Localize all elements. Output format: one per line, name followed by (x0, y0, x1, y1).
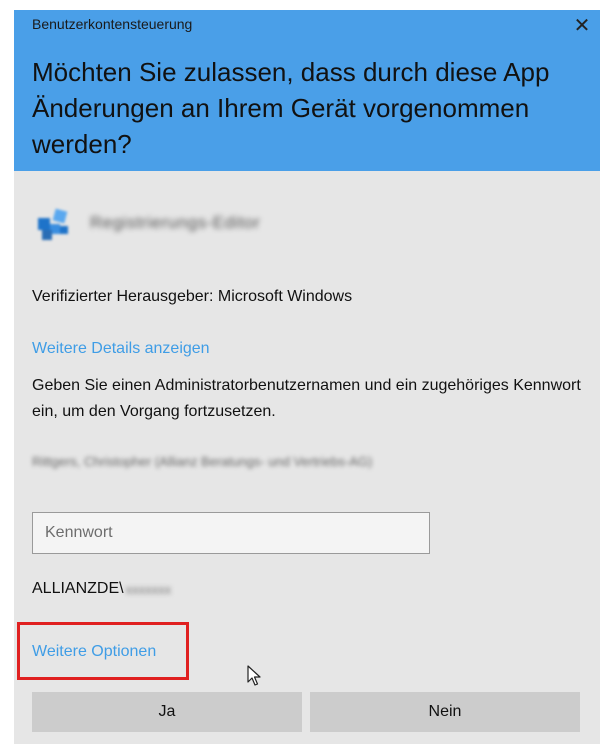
dialog-header: Benutzerkontensteuerung ✕ Möchten Sie zu… (14, 10, 600, 171)
yes-button[interactable]: Ja (32, 692, 302, 732)
domain-prefix: ALLIANZDE\ (32, 580, 124, 597)
close-icon: ✕ (573, 15, 591, 37)
more-options-link[interactable]: Weitere Optionen (32, 643, 156, 661)
domain-account: ALLIANZDE\ xxxxxxx (32, 580, 171, 598)
verified-publisher: Verifizierter Herausgeber: Microsoft Win… (32, 288, 353, 305)
admin-user-name: Rittgers, Christopher (Allianz Beratungs… (32, 454, 373, 469)
registry-editor-icon (36, 204, 74, 242)
app-info: Registrierungs-Editor (36, 202, 260, 244)
close-button[interactable]: ✕ (572, 16, 592, 36)
domain-account-name: xxxxxxx (125, 581, 172, 597)
dialog-question: Möchten Sie zulassen, dass durch diese A… (32, 57, 550, 159)
password-field[interactable] (32, 512, 430, 554)
app-name: Registrierungs-Editor (90, 213, 261, 232)
dialog-title: Benutzerkontensteuerung (32, 16, 193, 32)
show-details-link[interactable]: Weitere Details anzeigen (32, 340, 210, 358)
mouse-pointer-icon (247, 665, 261, 687)
uac-dialog: Benutzerkontensteuerung ✕ Möchten Sie zu… (14, 10, 600, 744)
instruction-text: Geben Sie einen Administratorbenutzernam… (32, 377, 581, 420)
no-button[interactable]: Nein (310, 692, 580, 732)
